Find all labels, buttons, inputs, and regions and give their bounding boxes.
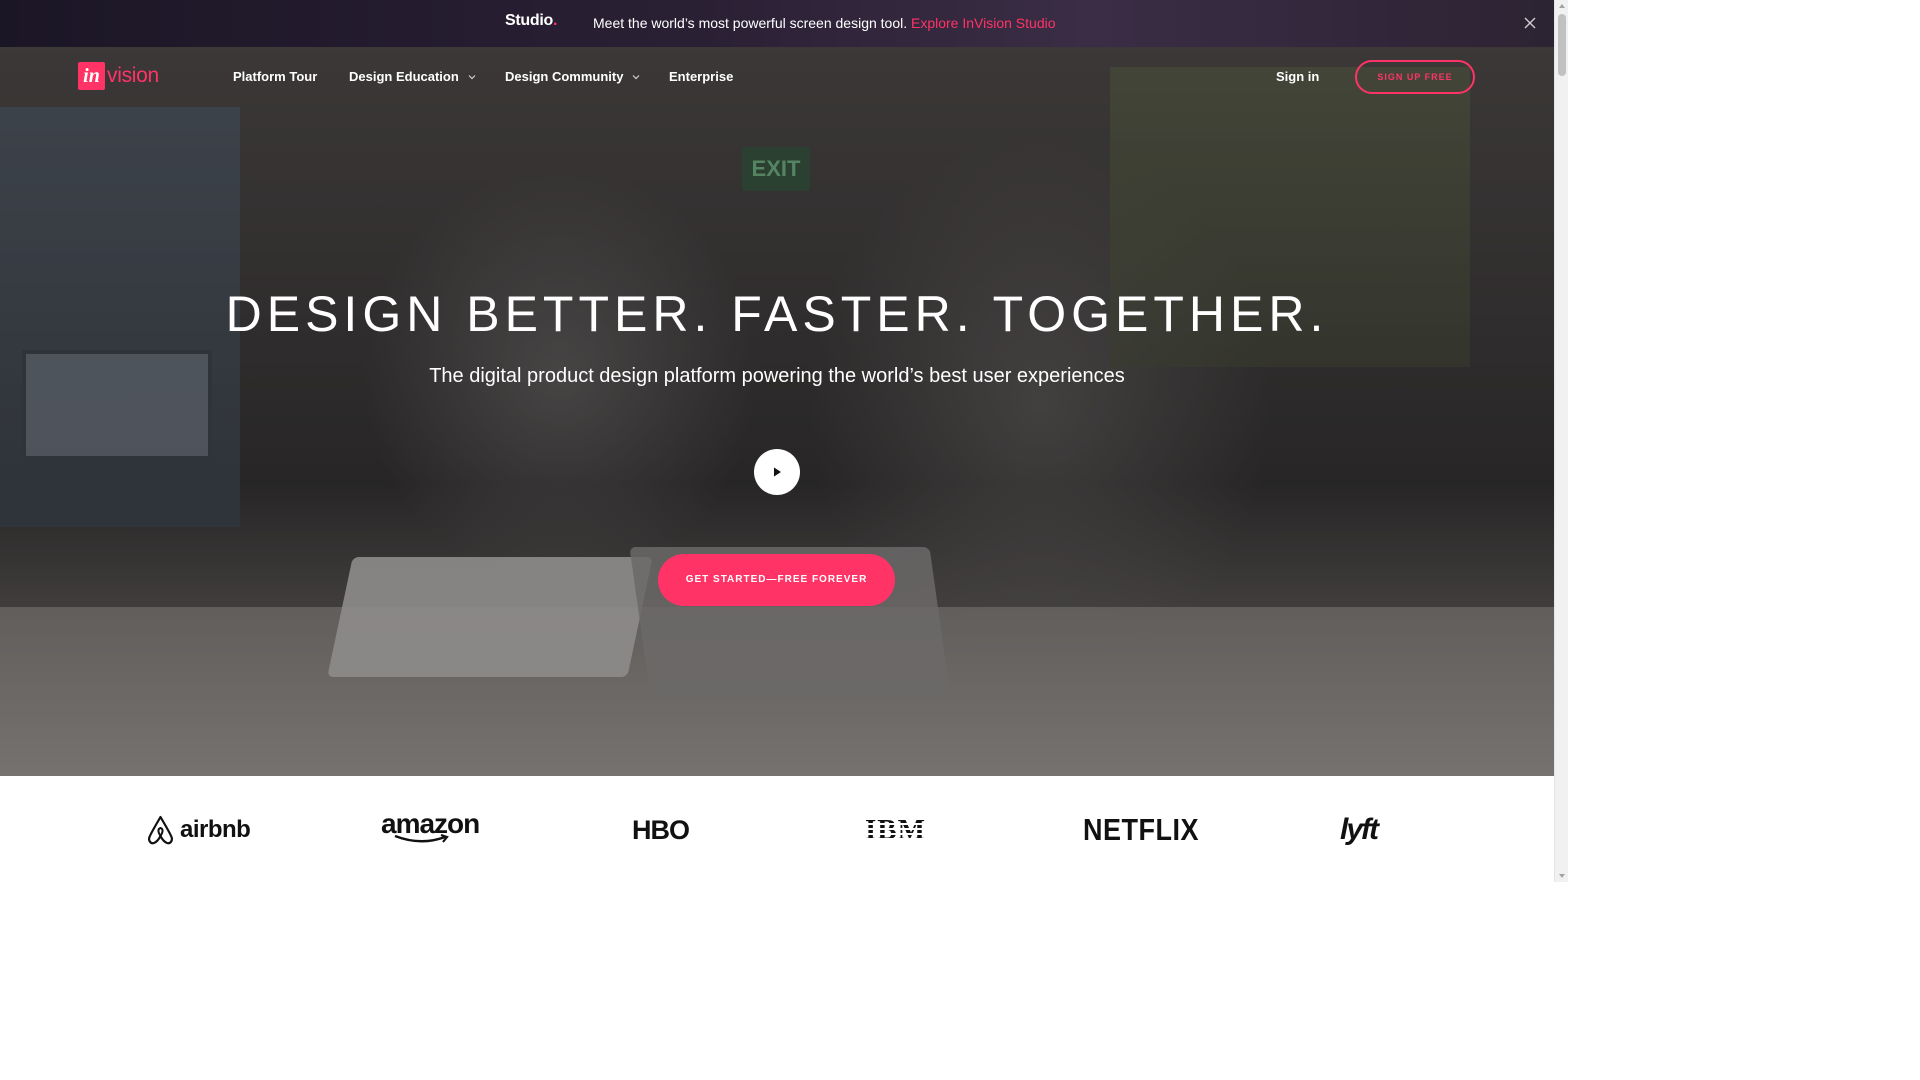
chevron-down-icon <box>468 74 476 79</box>
get-started-button[interactable]: GET STARTED—FREE FOREVER <box>658 554 895 606</box>
nav-item-label: Platform Tour <box>233 69 318 84</box>
amazon-smile-icon <box>394 834 449 843</box>
airbnb-wordmark: airbnb <box>180 816 251 843</box>
nav-enterprise[interactable]: Enterprise <box>669 69 733 84</box>
chevron-down-icon <box>633 74 640 79</box>
hero-section: EXIT <box>0 47 1554 776</box>
amazon-logo: amazon <box>381 810 480 850</box>
explore-studio-link[interactable]: Explore InVision Studio <box>911 15 1056 31</box>
page-scrollbar[interactable] <box>1554 0 1568 882</box>
play-video-button[interactable] <box>754 449 800 495</box>
ibm-logo: IBM <box>865 810 926 850</box>
hbo-logo: HBO <box>632 814 690 845</box>
invision-logo-mark: in <box>78 62 105 90</box>
promo-banner: Studio. Meet the world’s most powerful s… <box>0 0 1554 47</box>
invision-logo[interactable]: in vision <box>78 62 159 90</box>
close-icon[interactable] <box>1520 13 1540 33</box>
play-icon <box>774 467 781 477</box>
netflix-logo: NETFLIX <box>1083 812 1199 847</box>
hero-subhead: The digital product design platform powe… <box>429 365 1125 387</box>
sign-in-link[interactable]: Sign in <box>1276 69 1319 84</box>
studio-logo: Studio. <box>505 12 557 30</box>
customer-logos: airbnb amazon HBO IBM NETFLIX lyft <box>0 776 1554 882</box>
airbnb-belo-icon <box>148 815 173 845</box>
nav-design-community[interactable]: Design Community <box>505 69 640 84</box>
studio-logo-text: Studio <box>505 12 553 29</box>
nav-item-label: Design Education <box>349 69 459 84</box>
nav-design-education[interactable]: Design Education <box>349 69 476 84</box>
nav-item-label: Enterprise <box>669 69 734 84</box>
main-nav: in vision Platform Tour Design Education… <box>0 47 1554 107</box>
scroll-down-icon[interactable] <box>1558 872 1566 880</box>
nav-platform-tour[interactable]: Platform Tour <box>233 69 317 84</box>
studio-logo-dot: . <box>552 12 558 29</box>
invision-logo-text: vision <box>107 64 159 87</box>
scroll-up-icon[interactable] <box>1558 2 1566 10</box>
sign-up-button[interactable]: SIGN UP FREE <box>1355 60 1475 94</box>
hero-overlay <box>0 47 1554 776</box>
promo-message: Meet the world’s most powerful screen de… <box>593 15 908 31</box>
airbnb-logo: airbnb <box>146 810 251 850</box>
scrollbar-thumb[interactable] <box>1558 14 1566 76</box>
nav-item-label: Design Community <box>505 69 624 84</box>
lyft-logo: lyft <box>1340 813 1379 846</box>
hero-headline: DESIGN BETTER. FASTER. TOGETHER. <box>225 286 1329 342</box>
